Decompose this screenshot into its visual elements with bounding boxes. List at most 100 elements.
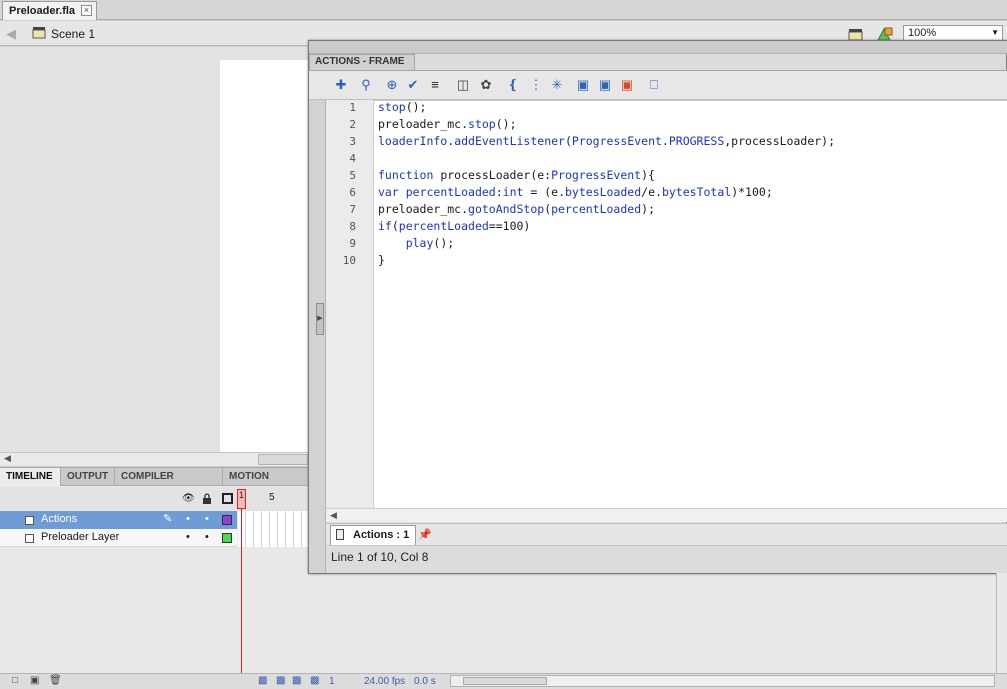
tab-compiler-errors[interactable]: COMPILER ERRORS [115, 468, 223, 499]
target-path-icon[interactable]: ⊕ [384, 77, 400, 93]
code-line[interactable]: preloader_mc.stop(); [378, 116, 517, 133]
block-comment-icon[interactable]: ▣ [575, 77, 591, 93]
lock-icon[interactable] [202, 493, 212, 504]
line-comment-icon[interactable]: ▣ [597, 77, 613, 93]
scroll-thumb[interactable] [258, 454, 308, 465]
current-frame-indicator[interactable]: 1 [237, 489, 246, 509]
line-number: 2 [349, 118, 356, 131]
code-line[interactable]: stop(); [378, 99, 426, 116]
zoom-select[interactable]: 100% ▼ [903, 25, 1003, 41]
show-hide-toolbox-icon[interactable]: ⎕ [646, 77, 662, 93]
timeline-scrollbar[interactable] [450, 675, 995, 687]
layer-icon [25, 534, 34, 543]
line-number: 3 [349, 135, 356, 148]
frame-rate-value: 24.00 [364, 676, 390, 687]
layer-name: Actions [41, 513, 78, 525]
chevron-down-icon: ▼ [991, 28, 999, 37]
actions-panel-titlebar[interactable] [309, 41, 1007, 54]
code-line[interactable]: var percentLoaded:int = (e.bytesLoaded/e… [378, 184, 773, 201]
scroll-left-icon[interactable]: ◀ [330, 510, 337, 521]
edit-multiple-frames-icon[interactable]: ▩ [310, 675, 319, 686]
pin-script-icon[interactable]: 📌 [418, 528, 432, 541]
code-line[interactable]: loaderInfo.addEventListener(ProgressEven… [378, 133, 835, 150]
visibility-dot[interactable]: • [186, 511, 190, 528]
elapsed-time-unit: s [430, 676, 436, 687]
edit-scene-icon[interactable] [848, 27, 864, 41]
scroll-left-icon[interactable]: ◀ [4, 453, 11, 464]
back-arrow-icon[interactable]: ◀ [6, 26, 16, 42]
frame-rate[interactable]: 24.00 fps [364, 676, 405, 687]
center-frame-icon[interactable]: ▩ [258, 675, 267, 686]
actions-toolbox-collapsed [309, 100, 326, 573]
code-line[interactable]: function processLoader(e:ProgressEvent){ [378, 167, 655, 184]
new-folder-icon[interactable]: ▣ [30, 675, 39, 686]
debug-options-icon[interactable]: ✿ [478, 77, 494, 93]
lock-dot[interactable]: • [205, 529, 209, 546]
code-line[interactable]: if(percentLoaded==100) [378, 218, 530, 235]
layer-color-swatch[interactable] [222, 533, 232, 543]
frame-strip[interactable] [238, 529, 308, 547]
vertical-scrollbar[interactable] [996, 573, 1007, 673]
script-tab-label: Actions : 1 [353, 529, 410, 541]
collapse-between-braces-icon[interactable]: ❴ [505, 77, 521, 93]
layer-row-preloader[interactable]: Preloader Layer • • [0, 529, 237, 547]
expand-toolbox-icon[interactable]: ▶ [316, 303, 324, 335]
check-syntax-icon[interactable]: ✔ [405, 77, 421, 93]
line-number: 7 [349, 203, 356, 216]
add-statement-icon[interactable]: ✚ [333, 77, 349, 93]
tab-motion-editor[interactable]: MOTION EDITOR [223, 468, 313, 499]
layer-name: Preloader Layer [41, 531, 120, 543]
remove-comment-icon[interactable]: ▣ [619, 77, 635, 93]
onion-outline-icon[interactable]: ▩ [292, 675, 301, 686]
line-number: 8 [349, 220, 356, 233]
document-tab-bar [0, 0, 1007, 20]
script-icon [336, 529, 344, 540]
frame-rate-unit: fps [391, 676, 406, 687]
line-number: 10 [342, 254, 356, 267]
document-tab-title: Preloader.fla [9, 5, 76, 17]
layer-color-swatch[interactable] [222, 515, 232, 525]
frame-strip[interactable] [238, 511, 308, 529]
code-hint-icon[interactable]: ◫ [455, 77, 471, 93]
stage-horizontal-scrollbar[interactable]: ◀ [0, 452, 308, 466]
stage[interactable] [220, 60, 308, 452]
layer-icon [25, 516, 34, 525]
tab-timeline[interactable]: TIMELINE [0, 468, 61, 486]
new-layer-icon[interactable]: □ [12, 675, 18, 686]
onion-skin-icon[interactable]: ▩ [276, 675, 285, 686]
code-line[interactable]: preloader_mc.gotoAndStop(percentLoaded); [378, 201, 655, 218]
frame-number-5: 5 [269, 492, 275, 503]
tab-output[interactable]: OUTPUT [61, 468, 115, 486]
scroll-thumb[interactable] [463, 677, 547, 685]
code-line[interactable]: } [378, 252, 385, 269]
code-line[interactable]: play(); [378, 235, 454, 252]
playhead[interactable] [241, 509, 242, 689]
line-number: 9 [349, 237, 356, 250]
document-tab[interactable]: Preloader.fla × [2, 1, 97, 20]
lock-dot[interactable]: • [205, 511, 209, 528]
delete-layer-icon[interactable]: 🗑 [49, 675, 62, 686]
line-number: 1 [349, 101, 356, 114]
auto-format-icon[interactable]: ≡ [427, 77, 443, 93]
line-number: 4 [349, 152, 356, 165]
elapsed-time-value: 0.0 [414, 676, 428, 687]
expand-all-icon[interactable]: ✳ [549, 77, 565, 93]
script-tab-actions[interactable]: Actions : 1 [330, 525, 416, 545]
eye-icon[interactable]: 👁 [182, 493, 195, 504]
scene-label[interactable]: Scene 1 [51, 27, 95, 41]
editor-status-bar: Line 1 of 10, Col 8 [326, 545, 1007, 573]
script-editor[interactable] [326, 100, 1007, 508]
current-frame-readout: 1 [329, 676, 335, 687]
pencil-icon: ✎ [163, 513, 173, 525]
line-number: 6 [349, 186, 356, 199]
code-horizontal-scrollbar[interactable]: ◀ [326, 508, 1007, 522]
scene-clapper-icon [32, 27, 46, 39]
close-tab-icon[interactable]: × [81, 5, 92, 16]
layer-row-actions[interactable]: Actions ✎ • • [0, 511, 237, 529]
zoom-value: 100% [908, 27, 937, 39]
find-icon[interactable]: ⚲ [358, 77, 374, 93]
outline-icon[interactable] [222, 493, 233, 504]
collapse-selection-icon[interactable]: ⋮ [528, 77, 544, 93]
actions-panel-title[interactable]: ACTIONS - FRAME [309, 54, 415, 70]
visibility-dot[interactable]: • [186, 529, 190, 546]
